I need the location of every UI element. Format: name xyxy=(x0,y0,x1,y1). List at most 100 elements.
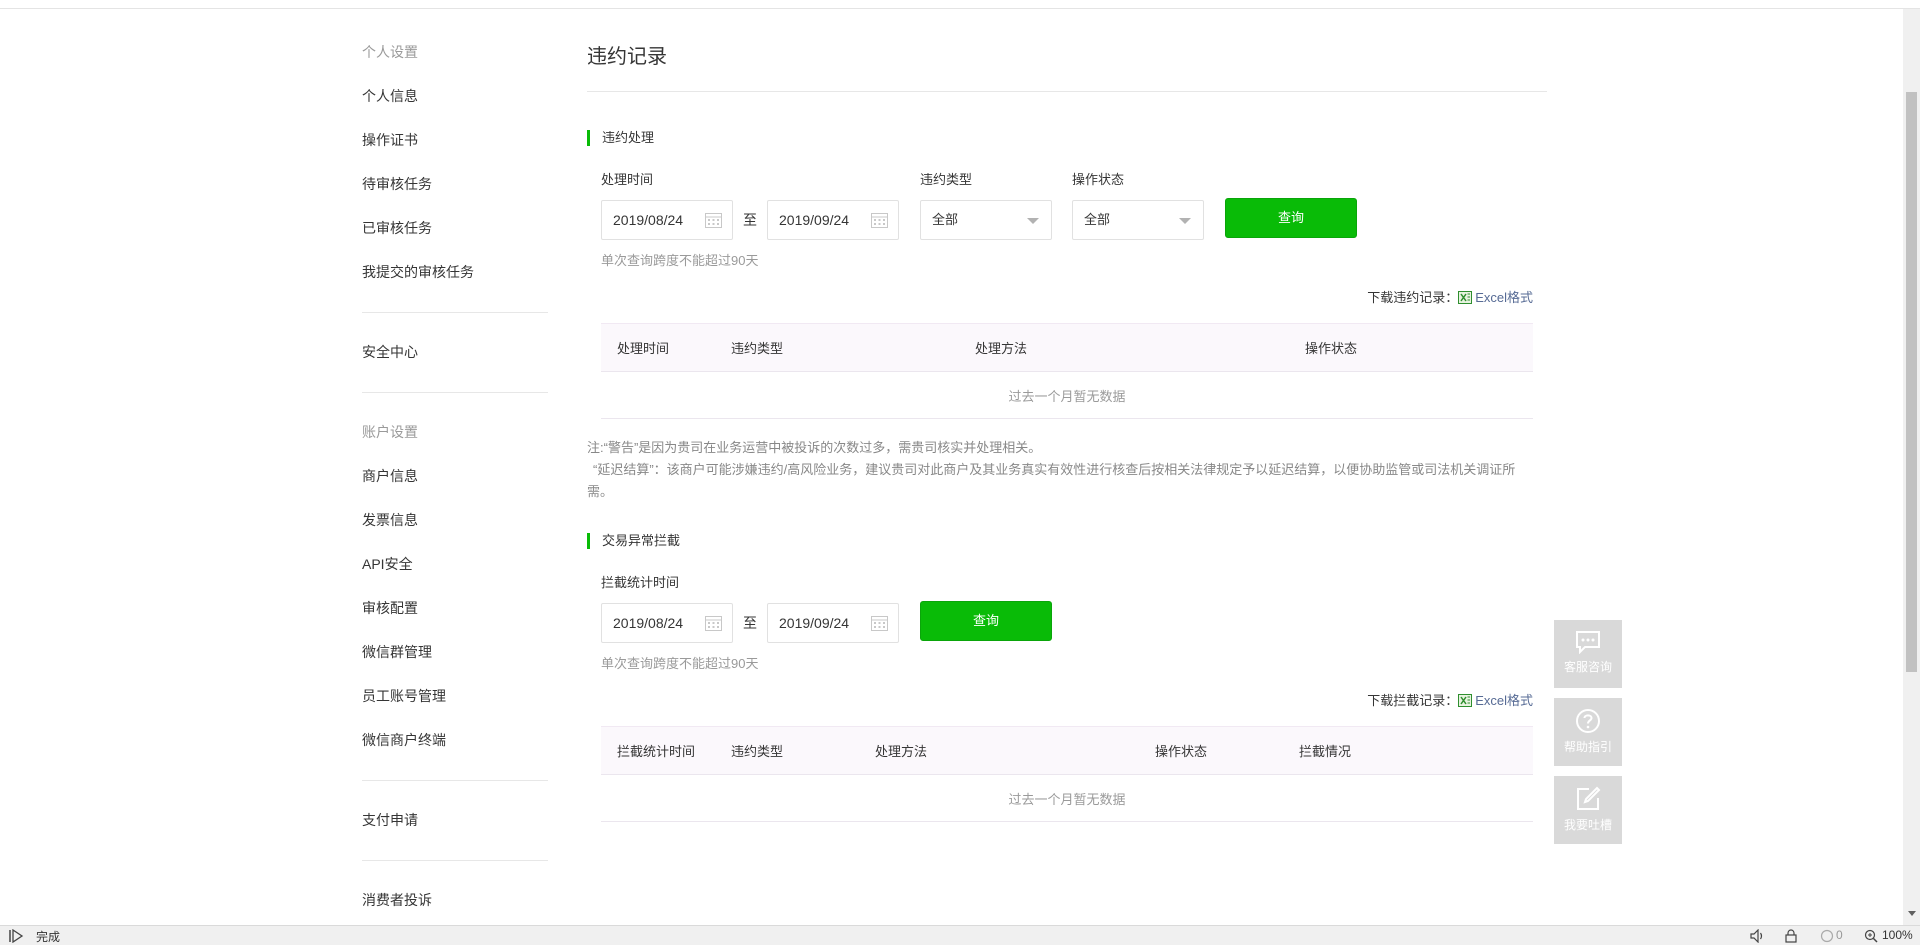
column-header: 违约类型 xyxy=(715,726,859,775)
sidebar-divider xyxy=(362,780,548,781)
note-delayed-settlement: “延迟结算”：该商户可能涉嫌违约/高风险业务，建议贵司对此商户及其业务真实有效性… xyxy=(587,462,1516,499)
time-filter-group: 处理时间 xyxy=(601,170,653,190)
help-guide-button[interactable]: 帮助指引 xyxy=(1554,698,1622,766)
download-interception-label: 下载拦截记录： xyxy=(1367,693,1459,708)
date-range-separator: 至 xyxy=(743,212,757,228)
calendar-icon xyxy=(871,616,888,631)
question-circle-icon xyxy=(1576,709,1600,733)
download-counter-icon[interactable] xyxy=(1820,929,1834,943)
excel-icon xyxy=(1458,694,1473,707)
page-title: 违约记录 xyxy=(587,30,1547,92)
table-row: 过去一个月暂无数据 xyxy=(601,774,1533,822)
sidebar-item-certificate[interactable]: 操作证书 xyxy=(362,118,548,162)
zoom-icon[interactable] xyxy=(1864,929,1878,943)
edit-icon xyxy=(1577,786,1601,810)
sidebar: 个人设置 个人信息 操作证书 待审核任务 已审核任务 我提交的审核任务 安全中心… xyxy=(362,30,548,922)
sidebar-item-complaints[interactable]: 消费者投诉 xyxy=(362,878,548,922)
violation-type-select[interactable]: 全部 xyxy=(920,200,1052,240)
violation-query-button[interactable]: 查询 xyxy=(1225,198,1357,238)
table-header-row: 拦截统计时间 违约类型 处理方法 操作状态 拦截情况 xyxy=(601,726,1533,775)
operation-status-value: 全部 xyxy=(1084,212,1111,227)
sidebar-group-personal: 个人设置 xyxy=(362,44,418,60)
sidebar-item-api-security[interactable]: API安全 xyxy=(362,542,548,586)
date-range-separator: 至 xyxy=(743,615,757,631)
sidebar-item-my-submitted[interactable]: 我提交的审核任务 xyxy=(362,250,548,294)
interception-start-date-input[interactable]: 2019/08/24 xyxy=(601,603,733,643)
column-header: 拦截情况 xyxy=(1283,726,1533,775)
sidebar-item-merchant-info[interactable]: 商户信息 xyxy=(362,454,548,498)
lock-icon[interactable] xyxy=(1784,929,1798,943)
calendar-icon xyxy=(705,616,722,631)
violation-filter: 处理时间 2019/08/24 至 2019/09/24 违约类型 全部 操作状… xyxy=(601,170,1547,280)
sidebar-item-security[interactable]: 安全中心 xyxy=(362,330,548,374)
sidebar-item-invoice[interactable]: 发票信息 xyxy=(362,498,548,542)
help-guide-label: 帮助指引 xyxy=(1563,740,1612,754)
main-content: 违约记录 违约处理 处理时间 2019/08/24 至 2019/09/24 违… xyxy=(587,30,1547,822)
section-title-violation: 违约处理 xyxy=(587,130,1547,146)
time-label: 处理时间 xyxy=(601,172,654,187)
download-violation-label: 下载违约记录： xyxy=(1367,290,1459,305)
chat-bubble-icon xyxy=(1576,631,1600,654)
zoom-level[interactable]: 100% xyxy=(1882,928,1913,942)
interception-time-label: 拦截统计时间 xyxy=(601,575,680,590)
sidebar-item-review-config[interactable]: 审核配置 xyxy=(362,586,548,630)
column-header: 违约类型 xyxy=(715,323,959,372)
violation-note: 注:“警告”是因为贵司在业务运营中被投诉的次数过多，需贵司核实并处理相关。 “延… xyxy=(587,437,1537,503)
query-span-hint: 单次查询跨度不能超过90天 xyxy=(601,253,759,268)
download-count: 0 xyxy=(1836,928,1843,942)
interception-span-hint: 单次查询跨度不能超过90天 xyxy=(601,656,759,671)
column-header: 拦截统计时间 xyxy=(601,726,715,775)
table-row: 过去一个月暂无数据 xyxy=(601,371,1533,419)
operation-status-label: 操作状态 xyxy=(1072,172,1125,187)
interception-start-date-value: 2019/08/24 xyxy=(613,615,684,631)
note-warning: 注:“警告”是因为贵司在业务运营中被投诉的次数过多，需贵司核实并处理相关。 xyxy=(587,440,1042,455)
column-header: 操作状态 xyxy=(1139,726,1283,775)
start-date-input[interactable]: 2019/08/24 xyxy=(601,200,733,240)
chevron-down-icon xyxy=(1027,218,1039,224)
download-violation-excel-link[interactable]: Excel格式 xyxy=(1458,290,1533,305)
interception-query-button[interactable]: 查询 xyxy=(920,601,1052,641)
download-violation-excel-text: Excel格式 xyxy=(1475,290,1533,305)
sidebar-divider xyxy=(362,312,548,313)
start-date-value: 2019/08/24 xyxy=(613,212,684,228)
feedback-button[interactable]: 我要吐槽 xyxy=(1554,776,1622,844)
status-text: 完成 xyxy=(36,930,61,944)
sidebar-divider xyxy=(362,392,548,393)
column-header: 操作状态 xyxy=(1289,323,1533,372)
sidebar-divider xyxy=(362,860,548,861)
customer-service-button[interactable]: 客服咨询 xyxy=(1554,620,1622,688)
violation-type-value: 全部 xyxy=(932,212,959,227)
end-date-value: 2019/09/24 xyxy=(779,212,850,228)
violation-type-label: 违约类型 xyxy=(920,172,973,187)
empty-state: 过去一个月暂无数据 xyxy=(601,774,1533,822)
column-header: 处理方法 xyxy=(859,726,1139,775)
empty-state: 过去一个月暂无数据 xyxy=(601,371,1533,419)
sidebar-item-terminal[interactable]: 微信商户终端 xyxy=(362,718,548,762)
interception-end-date-value: 2019/09/24 xyxy=(779,615,850,631)
sidebar-item-staff-accounts[interactable]: 员工账号管理 xyxy=(362,674,548,718)
scroll-down-icon[interactable] xyxy=(1908,911,1916,916)
interception-end-date-input[interactable]: 2019/09/24 xyxy=(767,603,899,643)
window-top-edge xyxy=(0,0,1920,9)
play-icon xyxy=(9,929,24,943)
operation-status-select[interactable]: 全部 xyxy=(1072,200,1204,240)
download-violation-line: 下载违约记录： Excel格式 xyxy=(587,288,1533,308)
sidebar-item-personal-info[interactable]: 个人信息 xyxy=(362,74,548,118)
download-interception-line: 下载拦截记录： Excel格式 xyxy=(587,691,1533,711)
scrollbar-thumb[interactable] xyxy=(1906,92,1917,672)
end-date-input[interactable]: 2019/09/24 xyxy=(767,200,899,240)
violation-table: 处理时间 违约类型 处理方法 操作状态 过去一个月暂无数据 xyxy=(601,323,1533,419)
download-interception-excel-link[interactable]: Excel格式 xyxy=(1458,693,1533,708)
section-title-interception: 交易异常拦截 xyxy=(587,533,1547,549)
sidebar-group-account: 账户设置 xyxy=(362,424,418,440)
interception-table: 拦截统计时间 违约类型 处理方法 操作状态 拦截情况 过去一个月暂无数据 xyxy=(601,726,1533,822)
sidebar-item-reviewed[interactable]: 已审核任务 xyxy=(362,206,548,250)
interception-filter: 拦截统计时间 2019/08/24 至 2019/09/24 查询 单次查询跨度… xyxy=(601,573,1547,683)
speaker-icon[interactable] xyxy=(1750,929,1766,943)
column-header: 处理方法 xyxy=(959,323,1289,372)
sidebar-item-pay-apply[interactable]: 支付申请 xyxy=(362,798,548,842)
sidebar-item-pending-review[interactable]: 待审核任务 xyxy=(362,162,548,206)
calendar-icon xyxy=(871,213,888,228)
chevron-down-icon xyxy=(1179,218,1191,224)
sidebar-item-wechat-group[interactable]: 微信群管理 xyxy=(362,630,548,674)
